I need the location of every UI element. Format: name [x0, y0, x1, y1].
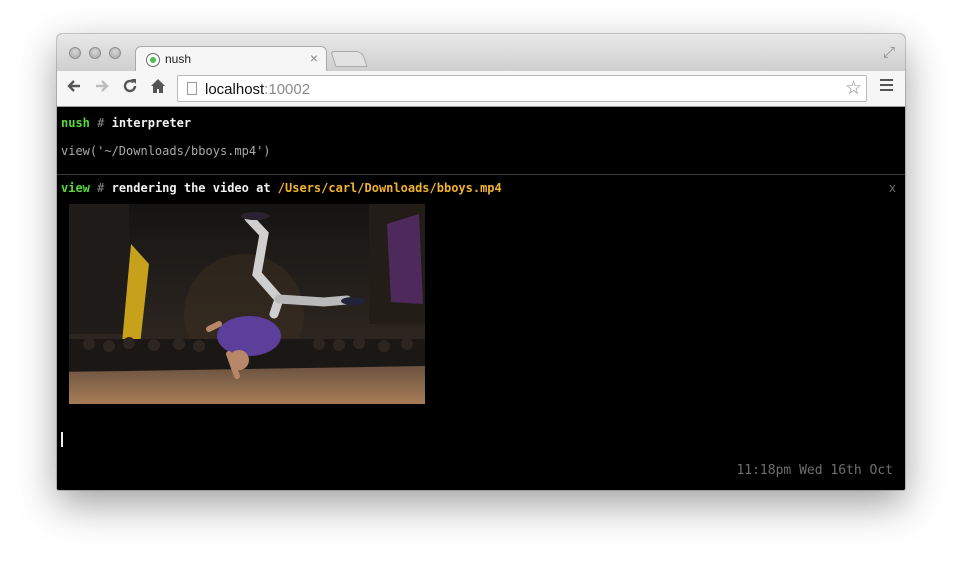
- tab-favicon-icon: [146, 53, 160, 67]
- view-hash: #: [97, 181, 105, 195]
- star-icon[interactable]: ☆: [845, 77, 862, 100]
- address-bar[interactable]: localhost:10002 ☆: [177, 75, 867, 102]
- page-icon: [187, 82, 197, 95]
- close-window-button[interactable]: [69, 47, 81, 59]
- back-arrow-icon[interactable]: [65, 77, 83, 100]
- prompt-title: interpreter: [111, 116, 192, 130]
- tab-nush[interactable]: nush ×: [135, 46, 327, 72]
- fullscreen-icon[interactable]: ⤢: [883, 44, 895, 61]
- close-output-icon[interactable]: x: [889, 181, 896, 195]
- browser-window: nush × ⤢ localhost:10002 ☆ nush # interp…: [57, 34, 905, 490]
- video-player[interactable]: [69, 204, 425, 404]
- browser-toolbar: localhost:10002 ☆: [57, 71, 905, 107]
- minimize-window-button[interactable]: [89, 47, 101, 59]
- tab-strip: nush × ⤢: [57, 34, 905, 72]
- tab-title: nush: [165, 52, 192, 66]
- view-label: view: [61, 181, 90, 195]
- forward-arrow-icon[interactable]: [93, 77, 111, 100]
- video-frame-image: [69, 204, 425, 404]
- view-text: rendering the video at: [111, 181, 271, 195]
- terminal-area: nush # interpreter view('~/Downloads/bbo…: [57, 107, 905, 490]
- tab-close-icon[interactable]: ×: [310, 50, 318, 66]
- prompt-interpreter: nush # interpreter: [61, 116, 191, 130]
- prompt-label: nush: [61, 116, 90, 130]
- timestamp: 11:18pm Wed 16th Oct: [736, 463, 893, 478]
- text-cursor[interactable]: [61, 432, 63, 447]
- video-path: /Users/carl/Downloads/bboys.mp4: [277, 181, 502, 195]
- url-text: localhost:10002: [205, 81, 311, 98]
- prompt-hash: #: [97, 116, 105, 130]
- maximize-window-button[interactable]: [109, 47, 121, 59]
- reload-icon[interactable]: [121, 77, 139, 100]
- home-icon[interactable]: [149, 77, 167, 100]
- code-line: view('~/Downloads/bboys.mp4'): [61, 144, 271, 158]
- menu-icon[interactable]: [880, 79, 893, 94]
- prompt-view: view # rendering the video at /Users/car…: [61, 181, 502, 195]
- new-tab-button[interactable]: [330, 51, 368, 67]
- divider: [57, 174, 905, 175]
